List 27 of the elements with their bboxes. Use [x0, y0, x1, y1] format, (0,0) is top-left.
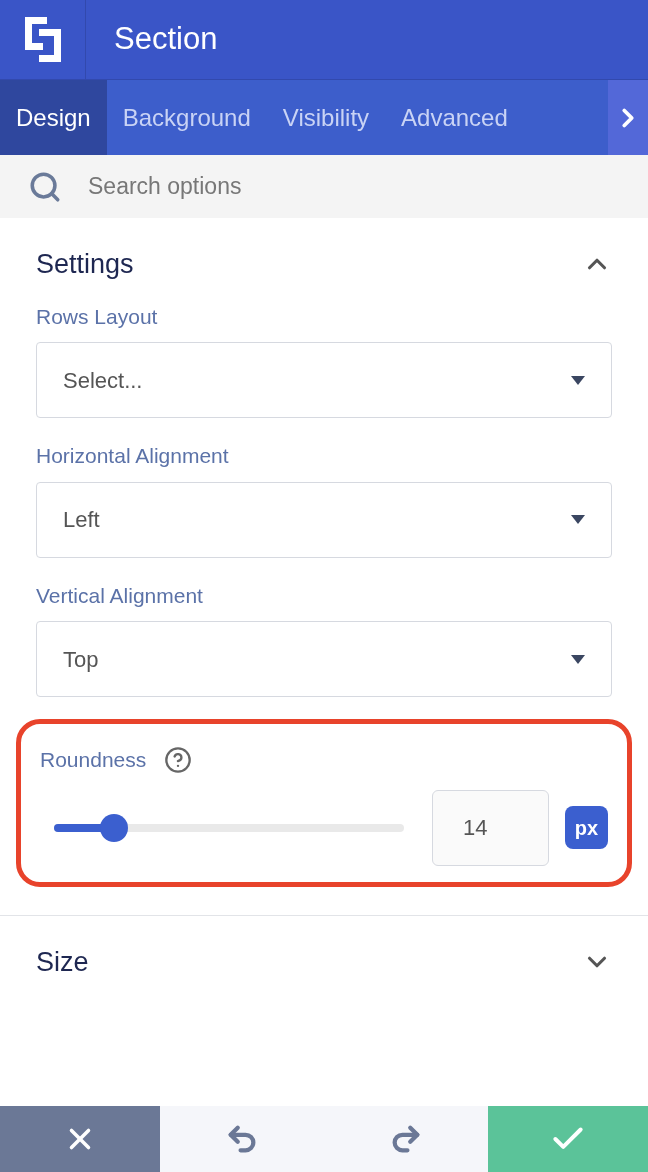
search-field[interactable]: Search options [88, 169, 648, 204]
caret-icon [571, 375, 585, 385]
slider-thumb[interactable] [99, 813, 128, 842]
scroll-right-button[interactable] [608, 80, 648, 155]
field-label: Vertical Alignment [36, 582, 204, 609]
undo-button[interactable] [160, 1106, 324, 1172]
tab[interactable]: Design [0, 80, 107, 155]
select-field[interactable]: Select... [36, 342, 612, 418]
tab[interactable]: Advanced [385, 80, 524, 155]
logo-icon [24, 17, 61, 62]
slider-track[interactable] [54, 813, 404, 842]
field-label: Horizontal Alignment [36, 443, 230, 469]
redo-button[interactable] [324, 1106, 488, 1172]
select-field[interactable]: Top [36, 621, 612, 697]
caret-icon [571, 515, 585, 524]
select-field[interactable]: Left [36, 481, 612, 558]
tab[interactable]: Background [106, 80, 267, 155]
caret-icon [571, 654, 585, 664]
section-header[interactable]: Size [0, 915, 648, 1008]
tab[interactable]: Visibility [266, 80, 386, 155]
panel-title: Section [114, 20, 218, 59]
search-bar[interactable]: Search options [0, 155, 648, 218]
help-icon[interactable] [164, 745, 193, 774]
field-label: Roundness [40, 747, 147, 773]
unit-button[interactable]: px [565, 806, 608, 849]
number-field[interactable]: 14 [432, 789, 549, 866]
search-icon [28, 169, 62, 204]
